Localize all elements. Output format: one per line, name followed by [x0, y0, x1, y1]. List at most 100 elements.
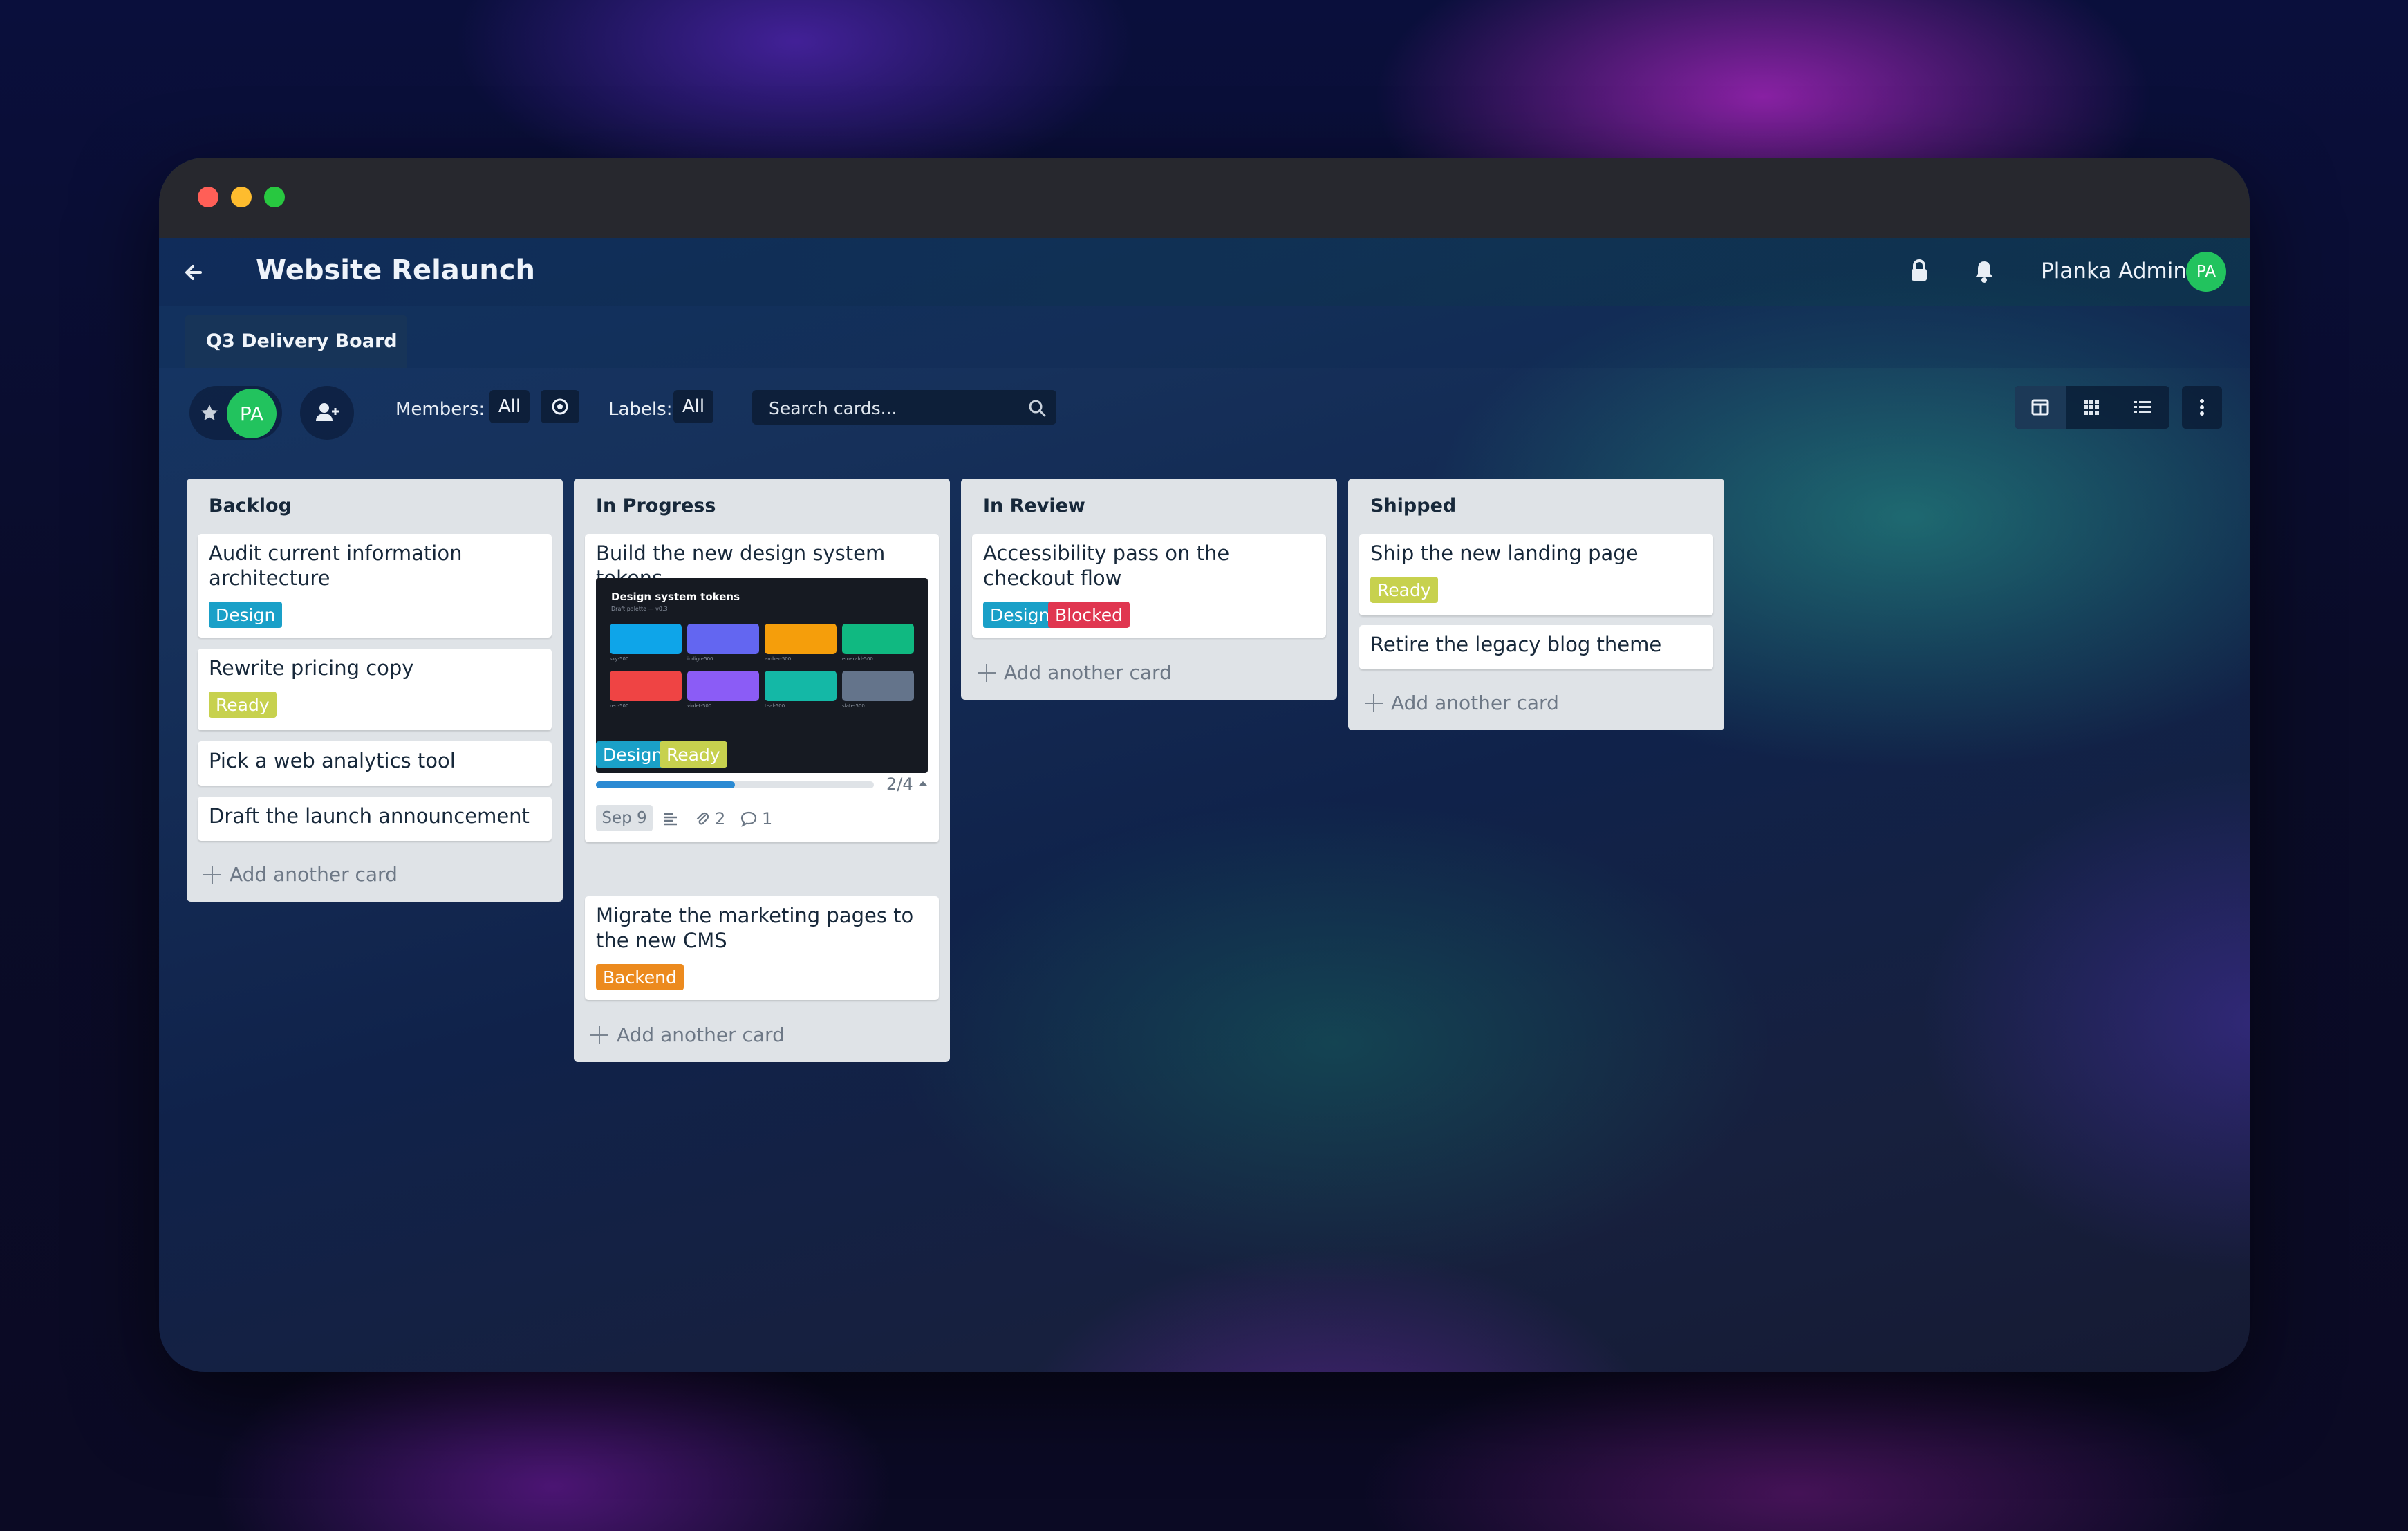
- board-menu-button[interactable]: [2182, 386, 2222, 429]
- card-title: Ship the new landing page: [1370, 541, 1639, 565]
- list-backlog: Backlog Audit current information archit…: [187, 479, 563, 902]
- target-icon: [552, 398, 568, 415]
- add-card-label: Add another card: [617, 1023, 785, 1046]
- add-card-label: Add another card: [1004, 661, 1172, 684]
- grid-view-icon: [2084, 400, 2099, 415]
- cover-title: Design system tokens: [611, 591, 740, 603]
- card-title: Draft the launch announcement: [209, 804, 530, 828]
- plus-icon: [203, 865, 221, 884]
- view-switcher: [2015, 386, 2169, 429]
- members-target-button[interactable]: [541, 390, 579, 423]
- board-view-button[interactable]: [2015, 386, 2066, 429]
- list-in-review: In Review Accessibility pass on the chec…: [961, 479, 1337, 700]
- add-card-button[interactable]: Add another card: [978, 661, 1172, 684]
- color-swatch-name: red-500: [610, 703, 629, 709]
- notifications-button[interactable]: [1970, 257, 1998, 285]
- card-label: Ready: [1370, 577, 1438, 603]
- card-title: Rewrite pricing copy: [209, 656, 414, 680]
- maximize-window-button[interactable]: [264, 187, 285, 207]
- project-title: Website Relaunch: [256, 254, 535, 286]
- add-card-button[interactable]: Add another card: [203, 863, 398, 886]
- app-window: Website Relaunch Planka Admin PA Q3 Deli…: [159, 158, 2250, 1372]
- window-titlebar: [159, 158, 2250, 238]
- description-icon: [664, 813, 677, 826]
- color-swatch-name: slate-500: [842, 703, 865, 709]
- add-user-icon: [316, 403, 339, 421]
- color-swatch: [765, 671, 837, 701]
- color-swatch-name: teal-500: [765, 703, 785, 709]
- list-title[interactable]: Backlog: [209, 495, 292, 517]
- add-member-button[interactable]: [300, 386, 354, 440]
- bell-icon: [1975, 261, 1993, 283]
- labels-filter-value[interactable]: All: [673, 390, 713, 423]
- card-title: Pick a web analytics tool: [209, 749, 456, 772]
- card[interactable]: Accessibility pass on the checkout flow …: [972, 534, 1326, 638]
- lock-button[interactable]: [1905, 257, 1933, 285]
- star-icon[interactable]: [199, 402, 220, 423]
- color-swatch-name: indigo-500: [687, 656, 713, 662]
- list-view-button[interactable]: [2117, 386, 2168, 429]
- color-swatch-name: amber-500: [765, 656, 792, 662]
- color-swatch: [610, 671, 682, 701]
- add-card-label: Add another card: [230, 863, 398, 886]
- color-swatch: [687, 624, 759, 654]
- member-avatar[interactable]: PA: [227, 389, 277, 438]
- close-window-button[interactable]: [198, 187, 218, 207]
- chevron-up-icon[interactable]: [917, 779, 929, 788]
- members-filter-value[interactable]: All: [489, 390, 530, 423]
- add-card-label: Add another card: [1391, 692, 1559, 714]
- list-shipped: Shipped Ship the new landing page Ready …: [1348, 479, 1724, 730]
- back-button[interactable]: [180, 259, 207, 286]
- card-label: Design: [596, 741, 670, 768]
- members-filter-label: Members:: [395, 399, 485, 420]
- add-card-button[interactable]: Add another card: [590, 1023, 785, 1046]
- card[interactable]: Ship the new landing page Ready: [1359, 534, 1713, 615]
- search-icon[interactable]: [1027, 398, 1047, 418]
- search-input[interactable]: [767, 390, 1019, 426]
- card[interactable]: Audit current information architecture D…: [198, 534, 552, 638]
- grid-view-button[interactable]: [2066, 386, 2117, 429]
- color-swatch: [842, 671, 914, 701]
- user-name[interactable]: Planka Admin: [2041, 259, 2187, 284]
- comment-count: 1: [762, 809, 773, 828]
- labels-filter-label: Labels:: [608, 399, 673, 420]
- attachment-count: 2: [715, 809, 726, 828]
- plus-icon: [1365, 694, 1383, 712]
- comment-icon: [740, 811, 757, 827]
- add-card-button[interactable]: Add another card: [1365, 692, 1559, 714]
- list-title[interactable]: In Progress: [596, 495, 716, 517]
- card[interactable]: Migrate the marketing pages to the new C…: [585, 896, 939, 1000]
- card-title: Migrate the marketing pages to the new C…: [596, 904, 914, 952]
- minimize-window-button[interactable]: [231, 187, 252, 207]
- list-title[interactable]: In Review: [983, 495, 1085, 517]
- card[interactable]: Build the new design system tokens Desig…: [585, 534, 939, 842]
- tab-label: Q3 Delivery Board: [206, 331, 398, 352]
- lock-icon: [1912, 259, 1927, 281]
- card-title: Retire the legacy blog theme: [1370, 633, 1662, 656]
- color-swatch-name: emerald-500: [842, 656, 873, 662]
- card-label: Design: [983, 602, 1057, 628]
- card[interactable]: Retire the legacy blog theme: [1359, 625, 1713, 669]
- tab-q3-delivery-board[interactable]: Q3 Delivery Board: [185, 315, 407, 368]
- card-label: Blocked: [1048, 602, 1130, 628]
- color-swatch-name: violet-500: [687, 703, 712, 709]
- color-swatch: [687, 671, 759, 701]
- card[interactable]: Draft the launch announcement: [198, 797, 552, 841]
- user-avatar[interactable]: PA: [2186, 252, 2226, 292]
- app-header: Website Relaunch Planka Admin PA: [159, 238, 2250, 306]
- list-in-progress: In Progress Build the new design system …: [574, 479, 950, 1062]
- color-swatch: [765, 624, 837, 654]
- color-swatch: [610, 624, 682, 654]
- card[interactable]: Pick a web analytics tool: [198, 741, 552, 786]
- board-toolbar: PA Members: All Labels: All: [159, 379, 2250, 445]
- arrow-left-icon: [185, 265, 202, 280]
- plus-icon: [590, 1026, 608, 1044]
- list-title[interactable]: Shipped: [1370, 495, 1456, 517]
- card-label: Ready: [209, 692, 277, 718]
- cover-subtitle: Draft palette — v0.3: [611, 606, 668, 612]
- card-label: Ready: [660, 741, 727, 768]
- card[interactable]: Rewrite pricing copy Ready: [198, 649, 552, 730]
- due-date-badge: Sep 9: [596, 805, 653, 831]
- task-count: 2/4: [886, 774, 913, 794]
- color-swatch-name: sky-500: [610, 656, 629, 662]
